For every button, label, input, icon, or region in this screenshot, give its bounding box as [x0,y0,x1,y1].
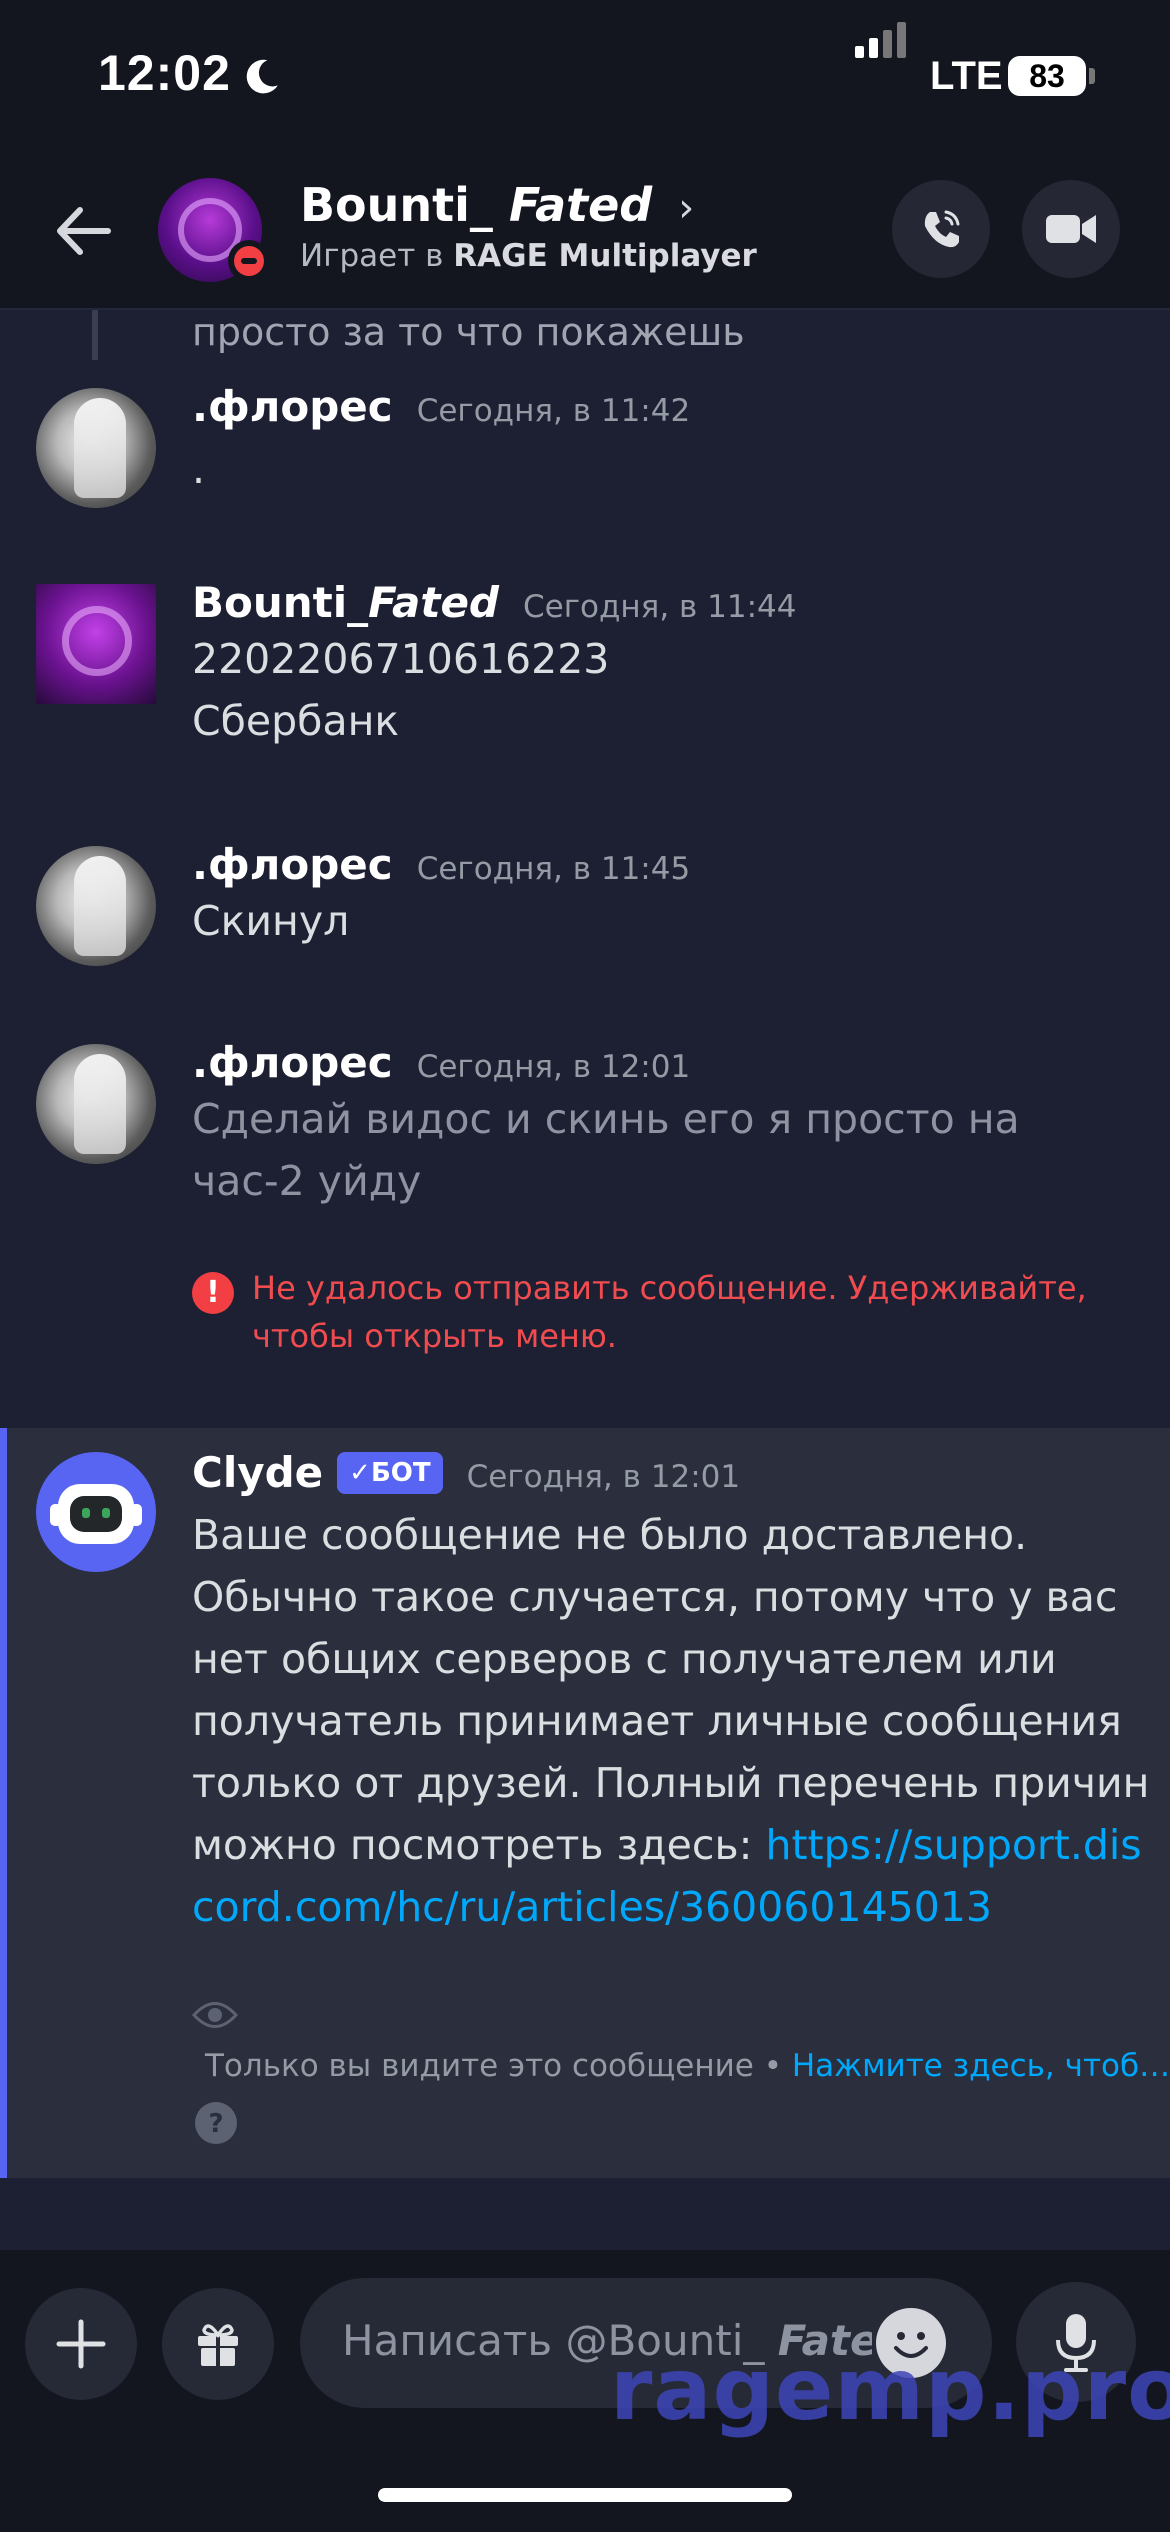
message-timestamp: Сегодня, в 11:45 [416,851,691,887]
message-text-cutoff: просто за то что покажешь [192,310,745,354]
bot-face-icon [50,1484,142,1544]
back-arrow-icon[interactable] [48,196,118,266]
voice-call-button[interactable] [892,180,990,278]
message-timestamp: Сегодня, в 11:44 [523,589,797,625]
author-name: Clyde [192,1448,324,1497]
author-name: Bounti_ [192,578,369,627]
avatar[interactable] [36,584,156,704]
author-name: .флорес [192,1038,393,1087]
ephemeral-text: Только вы видите это сообщение • [205,2048,782,2084]
error-text: Не удалось отправить сообщение. Удержива… [252,1269,1087,1355]
plus-icon [56,2319,106,2369]
thread-line [92,310,98,360]
author-name: .флорес [192,840,393,889]
message-timestamp: Сегодня, в 11:42 [416,393,691,429]
attach-button[interactable] [25,2288,137,2400]
network-type: LTE [930,54,1003,98]
avatar[interactable] [36,846,156,966]
message-author[interactable]: .флорес Сегодня, в 11:45 [192,840,690,889]
phone-icon [924,210,960,248]
message-content: Скинул [192,897,350,945]
message-content: Сделай видос и скинь его я просто на час… [192,1095,1020,1205]
activity-game: RAGE Multiplayer [453,238,757,274]
status-time: 12:02 [98,45,231,101]
battery-tip [1089,68,1095,84]
video-call-button[interactable] [1022,180,1120,278]
moon-icon [246,59,278,94]
avatar[interactable] [36,388,156,508]
message-timestamp: Сегодня, в 12:01 [466,1459,741,1495]
clyde-text: Ваше сообщение не было доставлено. Обычн… [192,1511,1150,1869]
header-activity: Играет в RAGE Multiplayer [300,238,757,274]
watermark-logo: ragemp.pro [610,2340,1170,2440]
gift-icon [198,2324,238,2366]
clyde-avatar[interactable] [36,1452,156,1572]
avatar[interactable] [36,1044,156,1164]
author-name-italic: Fated [368,578,499,627]
chat-header: Bounti_ Fated › Играет в RAGE Multiplaye… [0,150,1170,310]
message-author[interactable]: .флорес Сегодня, в 11:42 [192,382,690,431]
author-name: .флорес [192,382,393,431]
ephemeral-link[interactable]: Нажмите здесь, чтоб… [792,2048,1170,2084]
ephemeral-note: Только вы видите это сообщение • Нажмите… [205,2048,1170,2084]
status-bar: 12:02 LTE 83 [0,0,1170,150]
chevron-right-icon: › [678,185,695,231]
gift-button[interactable] [162,2288,274,2400]
message-line: Сбербанк [192,697,400,745]
battery-level: 83 [1008,56,1086,96]
error-icon: ! [192,1272,234,1314]
help-icon[interactable]: ? [193,2100,239,2146]
header-username[interactable]: Bounti_ Fated › [300,178,694,232]
svg-text:?: ? [208,2109,223,2139]
message-content: . [192,445,206,493]
video-camera-icon [1046,215,1096,243]
message-line: 2202206710616223 [192,635,610,683]
message-content: Ваше сообщение не было доставлено. Обычн… [192,1504,1152,1938]
message-author[interactable]: Bounti_Fated Сегодня, в 11:44 [192,578,797,627]
dnd-status-icon [228,240,270,282]
message-timestamp: Сегодня, в 12:01 [416,1049,691,1085]
header-username-text: Bounti_ [300,178,493,232]
bot-badge: ✓БОТ [337,1452,443,1494]
activity-prefix: Играет в [300,238,444,274]
header-username-italic: Fated [508,178,653,232]
eye-icon [192,2002,238,2028]
message-content: 2202206710616223 Сбербанк [192,628,1142,752]
clyde-message[interactable]: Clyde ✓БОТ Сегодня, в 12:01 Ваше сообщение… [0,1428,1170,2178]
message-list[interactable]: просто за то что покажешь .флорес Сегодня… [0,310,1170,2250]
message-author[interactable]: Clyde ✓БОТ Сегодня, в 12:01 [192,1448,740,1497]
home-indicator[interactable] [378,2488,792,2502]
message-author[interactable]: .флорес Сегодня, в 12:01 [192,1038,690,1087]
